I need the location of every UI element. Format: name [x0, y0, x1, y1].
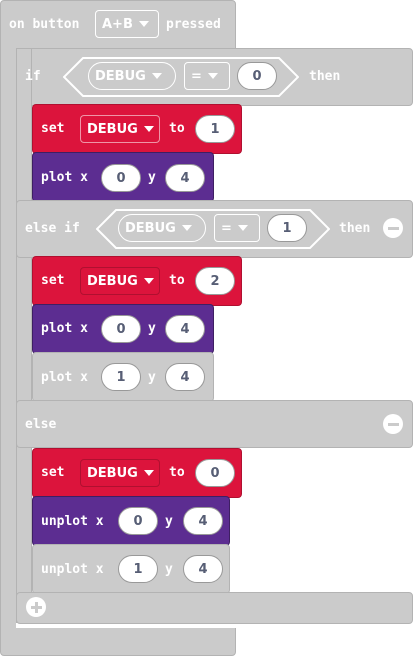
to-label: to	[169, 273, 185, 288]
then-label: then	[309, 69, 341, 84]
condition2-variable-dropdown[interactable]: DEBUG	[118, 214, 206, 242]
plot-label: plot x	[41, 370, 88, 385]
y-label: y	[148, 170, 156, 185]
unplot-label: unplot x	[41, 514, 104, 529]
condition1-variable-dropdown[interactable]: DEBUG	[88, 62, 176, 90]
plot3-y-input[interactable]: 4	[165, 363, 205, 391]
chevron-down-icon	[237, 225, 248, 231]
set2-value-input[interactable]: 2	[195, 267, 235, 295]
if-else-footer	[16, 592, 413, 624]
chevron-down-icon	[143, 470, 154, 476]
plot1-y-input[interactable]: 4	[165, 164, 205, 192]
set-label: set	[41, 121, 65, 136]
else-if-then-label: then	[339, 221, 371, 236]
to-label: to	[169, 121, 185, 136]
condition1-operator-dropdown[interactable]: =	[184, 62, 230, 90]
plot2-y-input[interactable]: 4	[165, 315, 205, 343]
chevron-down-icon	[207, 73, 218, 79]
button-value: A+B	[102, 16, 133, 32]
chevron-down-icon	[181, 225, 192, 231]
set2-variable-dropdown[interactable]: DEBUG	[80, 267, 160, 295]
unplot1-y-input[interactable]: 4	[183, 507, 223, 535]
set3-value-input[interactable]: 0	[195, 459, 235, 487]
unplot2-y-input[interactable]: 4	[183, 555, 223, 583]
to-label: to	[169, 465, 185, 480]
chevron-down-icon	[138, 21, 149, 27]
else-if-label: else if	[25, 221, 80, 236]
condition1-variable: DEBUG	[95, 68, 146, 84]
button-dropdown[interactable]: A+B	[95, 10, 159, 38]
if-else-spine	[16, 48, 32, 623]
else-label: else	[25, 417, 57, 432]
condition2-operator-dropdown[interactable]: =	[214, 214, 260, 242]
remove-else-if-icon[interactable]	[383, 218, 403, 238]
else-row	[16, 400, 413, 448]
set3-variable-dropdown[interactable]: DEBUG	[80, 459, 160, 487]
remove-else-icon[interactable]	[383, 414, 403, 434]
plot-label: plot x	[41, 321, 88, 336]
y-label: y	[165, 562, 173, 577]
condition2-variable: DEBUG	[125, 220, 176, 236]
y-label: y	[148, 321, 156, 336]
y-label: y	[148, 370, 156, 385]
chevron-down-icon	[143, 126, 154, 132]
condition2-operator: =	[221, 220, 232, 236]
set1-variable: DEBUG	[87, 121, 138, 137]
plot1-x-input[interactable]: 0	[101, 164, 141, 192]
add-else-if-icon[interactable]	[26, 597, 46, 617]
unplot2-x-input[interactable]: 1	[118, 555, 158, 583]
set1-value-input[interactable]: 1	[195, 115, 235, 143]
set1-variable-dropdown[interactable]: DEBUG	[80, 115, 160, 143]
plot2-x-input[interactable]: 0	[101, 315, 141, 343]
plot3-x-input[interactable]: 1	[101, 363, 141, 391]
set2-variable: DEBUG	[87, 273, 138, 289]
chevron-down-icon	[151, 73, 162, 79]
set3-variable: DEBUG	[87, 465, 138, 481]
condition1-operator: =	[191, 68, 202, 84]
condition2-value-input[interactable]: 1	[267, 214, 307, 242]
y-label: y	[165, 514, 173, 529]
plot-label: plot x	[41, 170, 88, 185]
event-prefix-label: on button	[9, 17, 80, 32]
if-label: if	[25, 69, 41, 84]
condition1-value-input[interactable]: 0	[237, 62, 277, 90]
set-label: set	[41, 273, 65, 288]
event-suffix-label: pressed	[166, 17, 221, 32]
unplot-label: unplot x	[41, 562, 104, 577]
chevron-down-icon	[143, 278, 154, 284]
set-label: set	[41, 465, 65, 480]
unplot1-x-input[interactable]: 0	[118, 507, 158, 535]
